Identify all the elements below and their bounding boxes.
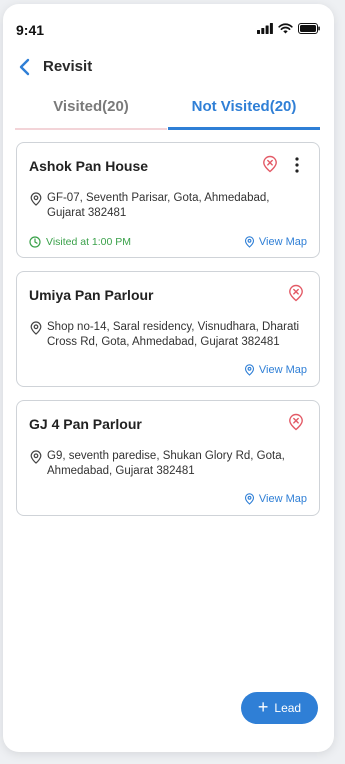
shop-name: Umiya Pan Parlour xyxy=(29,287,154,303)
tab-not-visited-underline xyxy=(168,127,320,130)
clock-icon xyxy=(29,236,41,248)
map-pin-icon xyxy=(244,493,254,505)
signal-icon xyxy=(257,23,273,34)
shop-card[interactable]: Umiya Pan Parlour Shop no-14, Saral resi… xyxy=(16,271,320,387)
view-map-label: View Map xyxy=(258,236,307,248)
visited-status: Visited at 1:00 PM xyxy=(29,236,131,248)
location-pin-icon xyxy=(30,321,42,335)
location-pin-icon xyxy=(30,450,42,464)
tab-bar: Visited(20) Not Visited(20) xyxy=(15,92,320,130)
app-bar: Revisit xyxy=(3,50,334,86)
shop-card[interactable]: Ashok Pan House GF-07, Seventh Parisar, … xyxy=(16,142,320,258)
visited-time-text: Visited at 1:00 PM xyxy=(46,236,132,248)
back-arrow-icon[interactable] xyxy=(14,56,36,78)
add-lead-button[interactable]: + Lead xyxy=(241,692,318,724)
add-lead-label: Lead xyxy=(274,701,302,715)
shop-address: Shop no-14, Saral residency, Visnudhara,… xyxy=(47,321,300,348)
status-bar: 9:41 xyxy=(3,4,334,50)
view-map-link[interactable]: View Map xyxy=(244,493,307,505)
shop-address: GF-07, Seventh Parisar, Gota, Ahmedabad,… xyxy=(47,192,270,219)
plus-icon: + xyxy=(257,697,269,717)
page-title: Revisit xyxy=(43,58,93,75)
more-vertical-icon[interactable] xyxy=(289,155,305,175)
battery-icon xyxy=(298,23,320,34)
phone-screen: 9:41 Revisit Visited(20) Not Visited(20)… xyxy=(3,4,334,752)
shop-address: G9, seventh paredise, Shukan Glory Rd, G… xyxy=(47,450,285,477)
view-map-link[interactable]: View Map xyxy=(244,236,307,248)
status-time: 9:41 xyxy=(16,22,45,38)
location-pin-icon xyxy=(30,192,42,206)
view-map-label: View Map xyxy=(258,364,307,376)
tab-visited-underline xyxy=(15,128,167,130)
view-map-link[interactable]: View Map xyxy=(244,364,307,376)
map-pin-icon xyxy=(244,364,254,376)
tab-visited[interactable]: Visited(20) xyxy=(15,92,167,128)
close-circle-icon[interactable] xyxy=(287,413,305,431)
close-circle-icon[interactable] xyxy=(261,155,279,173)
view-map-label: View Map xyxy=(258,493,307,505)
wifi-icon xyxy=(278,23,293,34)
shop-name: Ashok Pan House xyxy=(29,158,149,174)
map-pin-icon xyxy=(244,236,254,248)
shop-card[interactable]: GJ 4 Pan Parlour G9, seventh paredise, S… xyxy=(16,400,320,516)
shop-name: GJ 4 Pan Parlour xyxy=(29,416,142,432)
tab-not-visited[interactable]: Not Visited(20) xyxy=(168,92,320,128)
close-circle-icon[interactable] xyxy=(287,284,305,302)
status-icons xyxy=(257,23,320,34)
